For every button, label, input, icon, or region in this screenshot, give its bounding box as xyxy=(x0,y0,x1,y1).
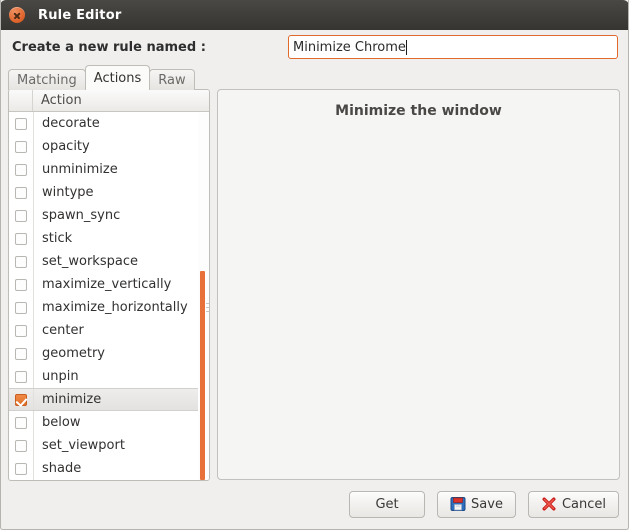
action-list-panel: Action decorate opacity unminimize wintype s… xyxy=(8,89,210,481)
dialog-footer: Get Save Cancel xyxy=(0,488,629,520)
row-label: center xyxy=(33,319,209,342)
row-checkbox-cell[interactable] xyxy=(9,462,33,475)
row-checkbox-cell[interactable] xyxy=(9,232,33,245)
row-label: minimize xyxy=(33,389,209,410)
row-checkbox-cell[interactable] xyxy=(9,163,33,176)
rule-name-input-value: Minimize Chrome xyxy=(293,39,406,55)
checkbox-icon[interactable] xyxy=(15,347,27,360)
tab-bar: Matching Actions Raw xyxy=(8,65,195,90)
row-label: unminimize xyxy=(33,158,209,181)
action-list-scrollbar[interactable] xyxy=(198,113,209,480)
row-label: wintype xyxy=(33,181,209,204)
checkbox-icon[interactable] xyxy=(15,117,27,130)
table-row[interactable]: unminimize xyxy=(9,158,209,181)
row-label: stick xyxy=(33,227,209,250)
rule-editor-window: Rule Editor Create a new rule named : Mi… xyxy=(0,0,629,530)
checkbox-icon[interactable] xyxy=(15,140,27,153)
row-checkbox-cell[interactable] xyxy=(9,140,33,153)
red-cross-icon xyxy=(541,496,557,512)
header-checkbox-column xyxy=(9,90,33,111)
row-checkbox-cell[interactable] xyxy=(9,393,33,406)
save-button[interactable]: Save xyxy=(437,490,516,518)
checkbox-icon[interactable] xyxy=(15,439,27,452)
row-label: set_workspace xyxy=(33,250,209,273)
cancel-button[interactable]: Cancel xyxy=(527,490,619,518)
cancel-button-label: Cancel xyxy=(561,496,606,512)
row-label: below xyxy=(33,411,209,434)
table-row[interactable]: stick xyxy=(9,227,209,250)
checkbox-icon[interactable] xyxy=(15,324,27,337)
checkbox-icon[interactable] xyxy=(15,278,27,291)
row-checkbox-cell[interactable] xyxy=(9,209,33,222)
row-checkbox-cell[interactable] xyxy=(9,370,33,383)
row-checkbox-cell[interactable] xyxy=(9,416,33,429)
get-button-label: Get xyxy=(375,496,399,512)
row-checkbox-cell[interactable] xyxy=(9,324,33,337)
row-label: set_viewport xyxy=(33,434,209,457)
table-row[interactable]: decorate xyxy=(9,112,209,135)
checkbox-icon[interactable] xyxy=(15,416,27,429)
row-checkbox-cell[interactable] xyxy=(9,255,33,268)
table-row[interactable]: set_workspace xyxy=(9,250,209,273)
window-title: Rule Editor xyxy=(38,7,122,23)
row-label: decorate xyxy=(33,112,209,135)
table-row[interactable]: unpin xyxy=(9,365,209,388)
row-checkbox-cell[interactable] xyxy=(9,186,33,199)
rule-name-row: Create a new rule named : Minimize Chrom… xyxy=(0,30,629,64)
scrollbar-grip-icon xyxy=(206,303,209,312)
table-row[interactable]: wintype xyxy=(9,181,209,204)
row-label: unpin xyxy=(33,365,209,388)
floppy-disk-icon xyxy=(450,496,466,512)
row-label: opacity xyxy=(33,135,209,158)
table-row[interactable]: maximize_vertically xyxy=(9,273,209,296)
row-checkbox-cell[interactable] xyxy=(9,347,33,360)
row-label: geometry xyxy=(33,342,209,365)
checkbox-icon[interactable] xyxy=(15,163,27,176)
table-row[interactable]: spawn_sync xyxy=(9,204,209,227)
rule-name-input[interactable]: Minimize Chrome xyxy=(288,35,618,59)
action-detail-title: Minimize the window xyxy=(335,103,502,119)
row-checkbox-cell[interactable] xyxy=(9,278,33,291)
row-checkbox-cell[interactable] xyxy=(9,117,33,130)
checkbox-checked-icon[interactable] xyxy=(15,393,27,406)
action-list-rows: decorate opacity unminimize wintype spawn_sy… xyxy=(9,112,209,480)
action-list-header: Action xyxy=(9,90,209,112)
get-button[interactable]: Get xyxy=(349,490,426,518)
checkbox-icon[interactable] xyxy=(15,232,27,245)
table-row[interactable]: below xyxy=(9,411,209,434)
row-label: spawn_sync xyxy=(33,204,209,227)
table-row[interactable]: shade xyxy=(9,457,209,480)
table-row[interactable]: minimize xyxy=(9,388,209,411)
checkbox-icon[interactable] xyxy=(15,462,27,475)
checkbox-icon[interactable] xyxy=(15,255,27,268)
rule-name-label: Create a new rule named : xyxy=(12,39,206,55)
text-caret xyxy=(405,39,407,55)
header-action-column: Action xyxy=(41,93,82,108)
checkbox-icon[interactable] xyxy=(15,186,27,199)
action-detail-panel: Minimize the window xyxy=(217,89,620,480)
table-row[interactable]: maximize_horizontally xyxy=(9,296,209,319)
tab-actions[interactable]: Actions xyxy=(84,65,151,90)
checkbox-icon[interactable] xyxy=(15,370,27,383)
table-row[interactable]: geometry xyxy=(9,342,209,365)
table-row[interactable]: opacity xyxy=(9,135,209,158)
checkbox-icon[interactable] xyxy=(15,209,27,222)
table-row[interactable]: center xyxy=(9,319,209,342)
scrollbar-thumb[interactable] xyxy=(200,271,205,480)
window-titlebar: Rule Editor xyxy=(0,0,629,30)
row-label: maximize_vertically xyxy=(33,273,209,296)
tab-matching[interactable]: Matching xyxy=(8,69,86,90)
checkbox-icon[interactable] xyxy=(15,301,27,314)
table-row[interactable]: set_viewport xyxy=(9,434,209,457)
row-checkbox-cell[interactable] xyxy=(9,301,33,314)
row-checkbox-cell[interactable] xyxy=(9,439,33,452)
row-label: maximize_horizontally xyxy=(33,296,209,319)
save-button-label: Save xyxy=(471,496,503,512)
row-label: shade xyxy=(33,457,209,480)
close-icon[interactable] xyxy=(9,7,25,23)
tab-raw[interactable]: Raw xyxy=(149,69,195,90)
